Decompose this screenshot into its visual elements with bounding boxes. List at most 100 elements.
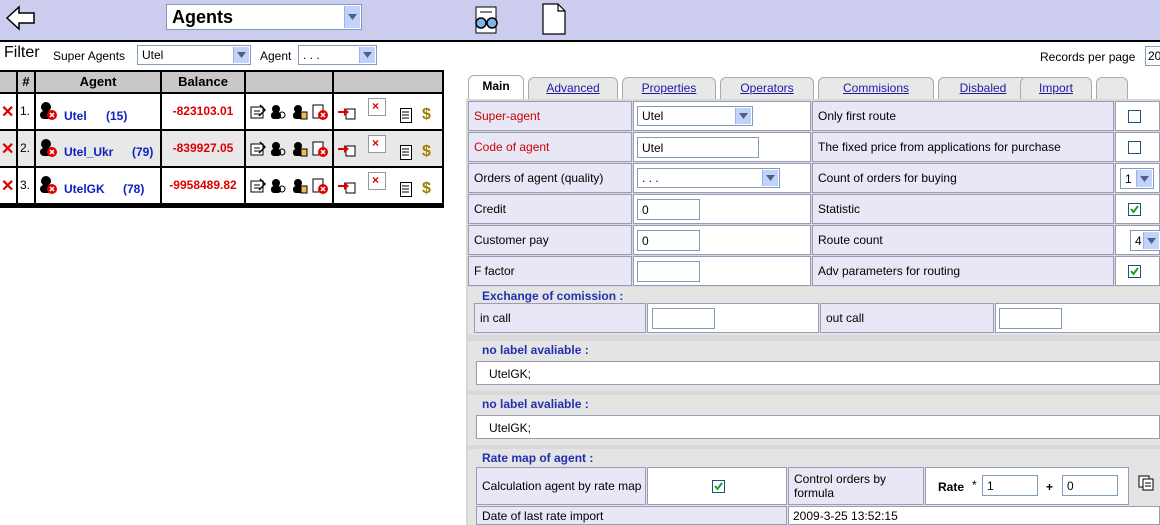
- route-count-select[interactable]: 4: [1130, 230, 1160, 251]
- agent-name-link[interactable]: Utel_Ukr: [64, 145, 113, 159]
- tab-properties[interactable]: Properties: [622, 77, 716, 99]
- chevron-down-icon[interactable]: [1143, 232, 1159, 249]
- delete-icon[interactable]: ✕: [1, 139, 14, 159]
- delete-icon[interactable]: ✕: [1, 102, 14, 122]
- close-box-icon[interactable]: ×: [368, 172, 386, 190]
- label-section-2: no label avaliable : UtelGK;: [468, 395, 1160, 445]
- credit-input[interactable]: 0: [637, 199, 700, 220]
- agent-value: . . .: [303, 48, 320, 62]
- table-row[interactable]: ✕ 2. Utel_Ukr (79) -839927.05 × $: [0, 131, 442, 166]
- edit-agent-icon[interactable]: [250, 178, 267, 197]
- transfer-icon[interactable]: [338, 141, 356, 160]
- credit-label: Credit: [474, 202, 507, 216]
- user-search-icon[interactable]: [270, 178, 286, 197]
- dollar-icon[interactable]: $: [422, 106, 431, 124]
- out-call-label: out call: [826, 311, 865, 325]
- count-orders-select[interactable]: 1: [1120, 168, 1154, 189]
- delete-icon[interactable]: ✕: [1, 176, 14, 196]
- tab-operators[interactable]: Operators: [720, 77, 814, 99]
- customer-pay-input[interactable]: 0: [637, 230, 700, 251]
- super-agent-select[interactable]: Utel: [637, 106, 753, 126]
- chevron-down-icon[interactable]: [735, 108, 751, 124]
- dollar-icon[interactable]: $: [422, 180, 431, 198]
- code-of-agent-input[interactable]: Utel: [637, 137, 759, 158]
- delete-document-icon[interactable]: [312, 178, 328, 197]
- chevron-down-icon[interactable]: [1136, 170, 1152, 187]
- calc-agent-value-cell: [647, 467, 787, 505]
- out-call-label-cell: out call: [820, 303, 994, 333]
- tab-commisions[interactable]: Commisions: [818, 77, 934, 99]
- orders-of-agent-select[interactable]: . . .: [637, 168, 780, 188]
- records-per-page-label: Records per page: [1040, 50, 1136, 64]
- rate-input[interactable]: 1: [982, 475, 1038, 496]
- tab-disbaled[interactable]: Disbaled: [938, 77, 1028, 99]
- transfer-icon[interactable]: [338, 104, 356, 123]
- agent-config-icon[interactable]: [292, 178, 308, 197]
- tab-advanced[interactable]: Advanced: [528, 77, 618, 99]
- calc-agent-checkbox[interactable]: [712, 480, 725, 493]
- label-section-value-box: UtelGK;: [476, 361, 1160, 385]
- records-per-page-input[interactable]: 20: [1145, 46, 1160, 66]
- control-orders-label-cell: Control orders by formula: [788, 467, 924, 505]
- tab-main[interactable]: Main: [468, 75, 524, 101]
- delete-document-icon[interactable]: [312, 104, 328, 123]
- label-section-title: no label avaliable :: [482, 343, 589, 357]
- transfer-icon[interactable]: [338, 178, 356, 197]
- in-call-input[interactable]: [652, 308, 715, 329]
- report-icon[interactable]: [400, 108, 412, 126]
- preview-glasses-icon[interactable]: [470, 4, 502, 36]
- report-icon[interactable]: [400, 182, 412, 200]
- chevron-down-icon[interactable]: [344, 6, 360, 28]
- exchange-section: Exchange of comission : in call out call: [468, 287, 1160, 335]
- agent-select[interactable]: . . .: [298, 45, 377, 65]
- exchange-title: Exchange of comission :: [482, 289, 624, 303]
- close-box-icon[interactable]: ×: [368, 98, 386, 116]
- report-icon[interactable]: [400, 145, 412, 163]
- table-row[interactable]: ✕ 3. UtelGK (78) -9958489.82 × $: [0, 168, 442, 203]
- statistic-checkbox[interactable]: [1128, 203, 1141, 216]
- balance-value: -9958489.82: [162, 168, 244, 203]
- rate-offset-input[interactable]: 0: [1062, 475, 1118, 496]
- back-arrow-icon[interactable]: [4, 4, 36, 32]
- code-label-cell: Code of agent: [468, 132, 632, 162]
- orders-label-cell: Orders of agent (quality): [468, 163, 632, 193]
- chevron-down-icon[interactable]: [762, 170, 778, 186]
- copy-icon[interactable]: [1138, 475, 1154, 494]
- row-number: 2.: [20, 141, 31, 155]
- agent-name-link[interactable]: Utel: [64, 109, 87, 123]
- adv-params-value-cell: [1115, 256, 1160, 286]
- agent-config-icon[interactable]: [292, 141, 308, 160]
- fixed-price-checkbox[interactable]: [1128, 141, 1141, 154]
- records-per-page-value: 20: [1148, 49, 1160, 63]
- header-more-actions: [334, 72, 442, 92]
- fixed-price-value-cell: [1115, 132, 1160, 162]
- user-search-icon[interactable]: [270, 104, 286, 123]
- edit-agent-icon[interactable]: [250, 141, 267, 160]
- tab-empty[interactable]: [1096, 77, 1128, 99]
- tab-import[interactable]: Import: [1020, 77, 1092, 99]
- dollar-icon[interactable]: $: [422, 143, 431, 161]
- agent-user-icon: [38, 138, 58, 161]
- f-factor-input[interactable]: [637, 261, 700, 282]
- chevron-down-icon[interactable]: [233, 47, 249, 63]
- only-first-route-checkbox[interactable]: [1128, 110, 1141, 123]
- user-search-icon[interactable]: [270, 141, 286, 160]
- table-row[interactable]: ✕ 1. Utel (15) -823103.01 × $: [0, 94, 442, 129]
- delete-document-icon[interactable]: [312, 141, 328, 160]
- header-agent[interactable]: Agent: [36, 72, 160, 92]
- agent-config-icon[interactable]: [292, 104, 308, 123]
- adv-params-checkbox[interactable]: [1128, 265, 1141, 278]
- only-first-route-label: Only first route: [818, 109, 897, 123]
- header-number: #: [18, 72, 34, 92]
- section-select[interactable]: Agents: [166, 4, 362, 30]
- close-box-icon[interactable]: ×: [368, 135, 386, 153]
- super-agents-select[interactable]: Utel: [137, 45, 251, 65]
- edit-agent-icon[interactable]: [250, 104, 267, 123]
- header-balance[interactable]: Balance: [162, 72, 244, 92]
- plus-sign: +: [1046, 480, 1054, 494]
- agent-name-link[interactable]: UtelGK: [64, 182, 105, 196]
- out-call-input[interactable]: [999, 308, 1062, 329]
- chevron-down-icon[interactable]: [359, 47, 375, 63]
- new-document-icon[interactable]: [541, 3, 567, 35]
- rate-map-section: Rate map of agent : Calculation agent by…: [468, 449, 1160, 525]
